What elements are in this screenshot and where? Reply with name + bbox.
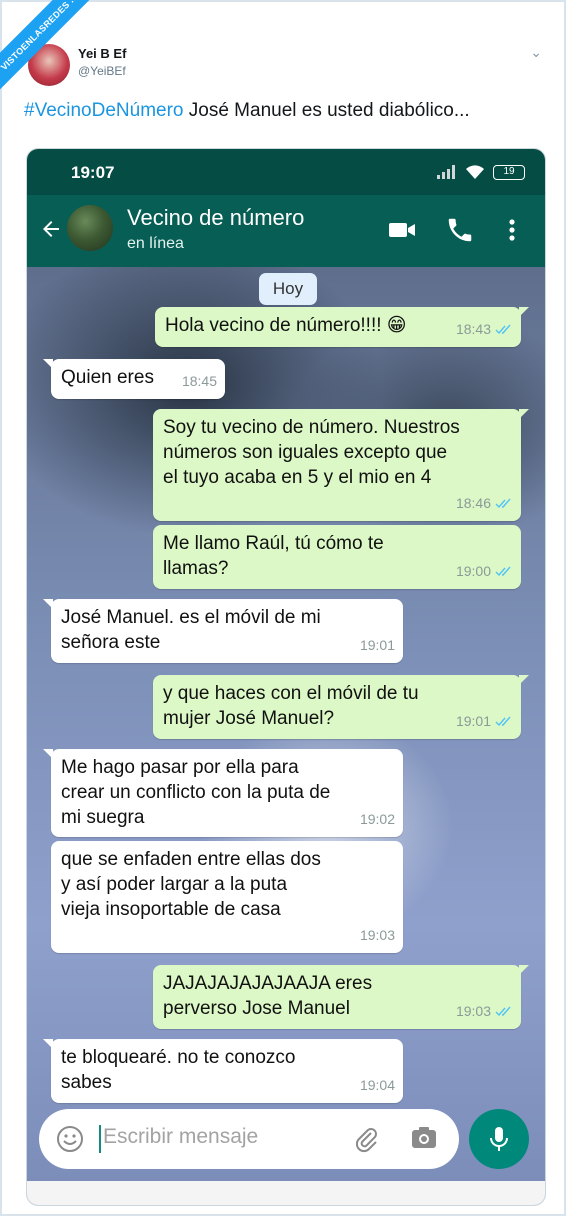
read-receipt-icon [495,716,511,727]
message-text: JAJAJAJAJAJAAJA eres perverso Jose Manue… [163,973,373,1019]
hashtag-link[interactable]: #VecinoDeNúmero [24,100,183,121]
message-meta: 19:02 [360,807,395,832]
message-text: y que haces con el móvil de tu mujer Jos… [163,683,419,729]
tweet-body: José Manuel es usted diabólico... [183,100,470,121]
message-time: 18:45 [181,373,217,389]
contact-avatar[interactable] [67,205,113,251]
system-nav-bar [27,1181,545,1205]
message-meta: 19:03 [360,923,395,948]
phone-call-icon[interactable] [445,215,475,245]
incoming-message[interactable]: te bloquearé. no te conozco sabes 19:04 [43,1039,403,1103]
attach-clip-icon[interactable] [351,1123,381,1153]
tweet-text: #VecinoDeNúmero José Manuel es usted dia… [24,100,544,122]
message-meta: 19:01 [360,633,395,658]
incoming-message[interactable]: Me hago pasar por ella para crear un con… [43,749,403,837]
message-text: que se enfaden entre ellas dos y así pod… [61,849,321,920]
microphone-icon [490,1127,508,1151]
whatsapp-screenshot: 19:07 19 Vecino de número en línea Hoy H… [26,148,546,1206]
message-time: 19:03 [455,1003,491,1019]
date-pill: Hoy [259,273,317,305]
message-text: Me hago pasar por ella para crear un con… [61,757,331,828]
back-arrow-icon[interactable] [39,217,63,241]
read-receipt-icon [495,1006,511,1017]
status-time: 19:07 [71,163,115,182]
message-time: 19:00 [455,563,491,579]
status-bar: 19:07 19 [27,149,545,195]
incoming-message[interactable]: Quien eres 18:45 [43,359,225,399]
message-time: 19:01 [455,713,491,729]
message-text: Soy tu vecino de número. Nuestros número… [163,417,460,488]
outgoing-message[interactable]: Hola vecino de número!!!! 😁 18:43 [155,307,529,347]
message-meta: 19:04 [360,1073,395,1098]
message-meta: 18:45 [182,369,217,394]
wifi-icon [466,165,484,179]
more-vert-icon[interactable] [497,215,527,245]
message-meta: 18:46 [456,491,513,516]
message-text: Me llamo Raúl, tú cómo te llamas? [163,533,384,579]
status-icons: 19 [437,163,525,181]
outgoing-message[interactable]: Me llamo Raúl, tú cómo te llamas? 19:00 [153,525,521,589]
video-call-icon[interactable] [387,215,417,245]
chat-header: Vecino de número en línea [27,195,545,267]
outgoing-message[interactable]: y que haces con el móvil de tu mujer Jos… [153,675,529,739]
incoming-message[interactable]: José Manuel. es el móvil de mi señora es… [43,599,403,663]
message-time: 19:04 [359,1077,395,1093]
message-text: te bloquearé. no te conozco sabes [61,1047,296,1093]
read-receipt-icon [495,498,511,509]
message-meta: 18:43 [456,317,513,342]
incoming-message[interactable]: que se enfaden entre ellas dos y así pod… [51,841,403,953]
tweet-header: Yei B Ef @YeiBEf ⌄ [26,40,546,86]
user-handle[interactable]: @YeiBEf [78,64,126,78]
camera-icon[interactable] [409,1123,439,1153]
outgoing-message[interactable]: JAJAJAJAJAJAAJA eres perverso Jose Manue… [153,965,529,1029]
contact-name[interactable]: Vecino de número [127,205,304,231]
emoji-icon[interactable] [55,1124,85,1154]
message-meta: 19:01 [456,709,513,734]
message-meta: 19:03 [456,999,513,1024]
chat-area[interactable]: Hoy Hola vecino de número!!!! 😁 18:43 Qu… [27,267,545,1205]
message-meta: 19:00 [456,559,513,584]
read-receipt-icon [495,566,511,577]
microphone-button[interactable] [469,1109,529,1169]
chevron-down-icon[interactable]: ⌄ [530,44,542,61]
message-time: 18:43 [455,321,491,337]
signal-icon [437,165,457,179]
message-time: 19:01 [359,637,395,653]
message-time: 18:46 [455,495,491,511]
message-text: José Manuel. es el móvil de mi señora es… [61,607,321,653]
message-time: 19:02 [359,811,395,827]
message-input[interactable]: Escribir mensaje [103,1125,258,1149]
contact-status: en línea [127,235,184,252]
message-composer[interactable]: Escribir mensaje [39,1109,459,1169]
tweet-card: VISTOENLASREDES .com Yei B Ef @YeiBEf ⌄ … [0,0,566,1216]
read-receipt-icon [495,324,511,335]
message-time: 19:03 [359,927,395,943]
outgoing-message[interactable]: Soy tu vecino de número. Nuestros número… [153,409,529,521]
display-name[interactable]: Yei B Ef [78,46,126,61]
text-cursor [99,1125,101,1153]
battery-icon: 19 [493,164,525,180]
